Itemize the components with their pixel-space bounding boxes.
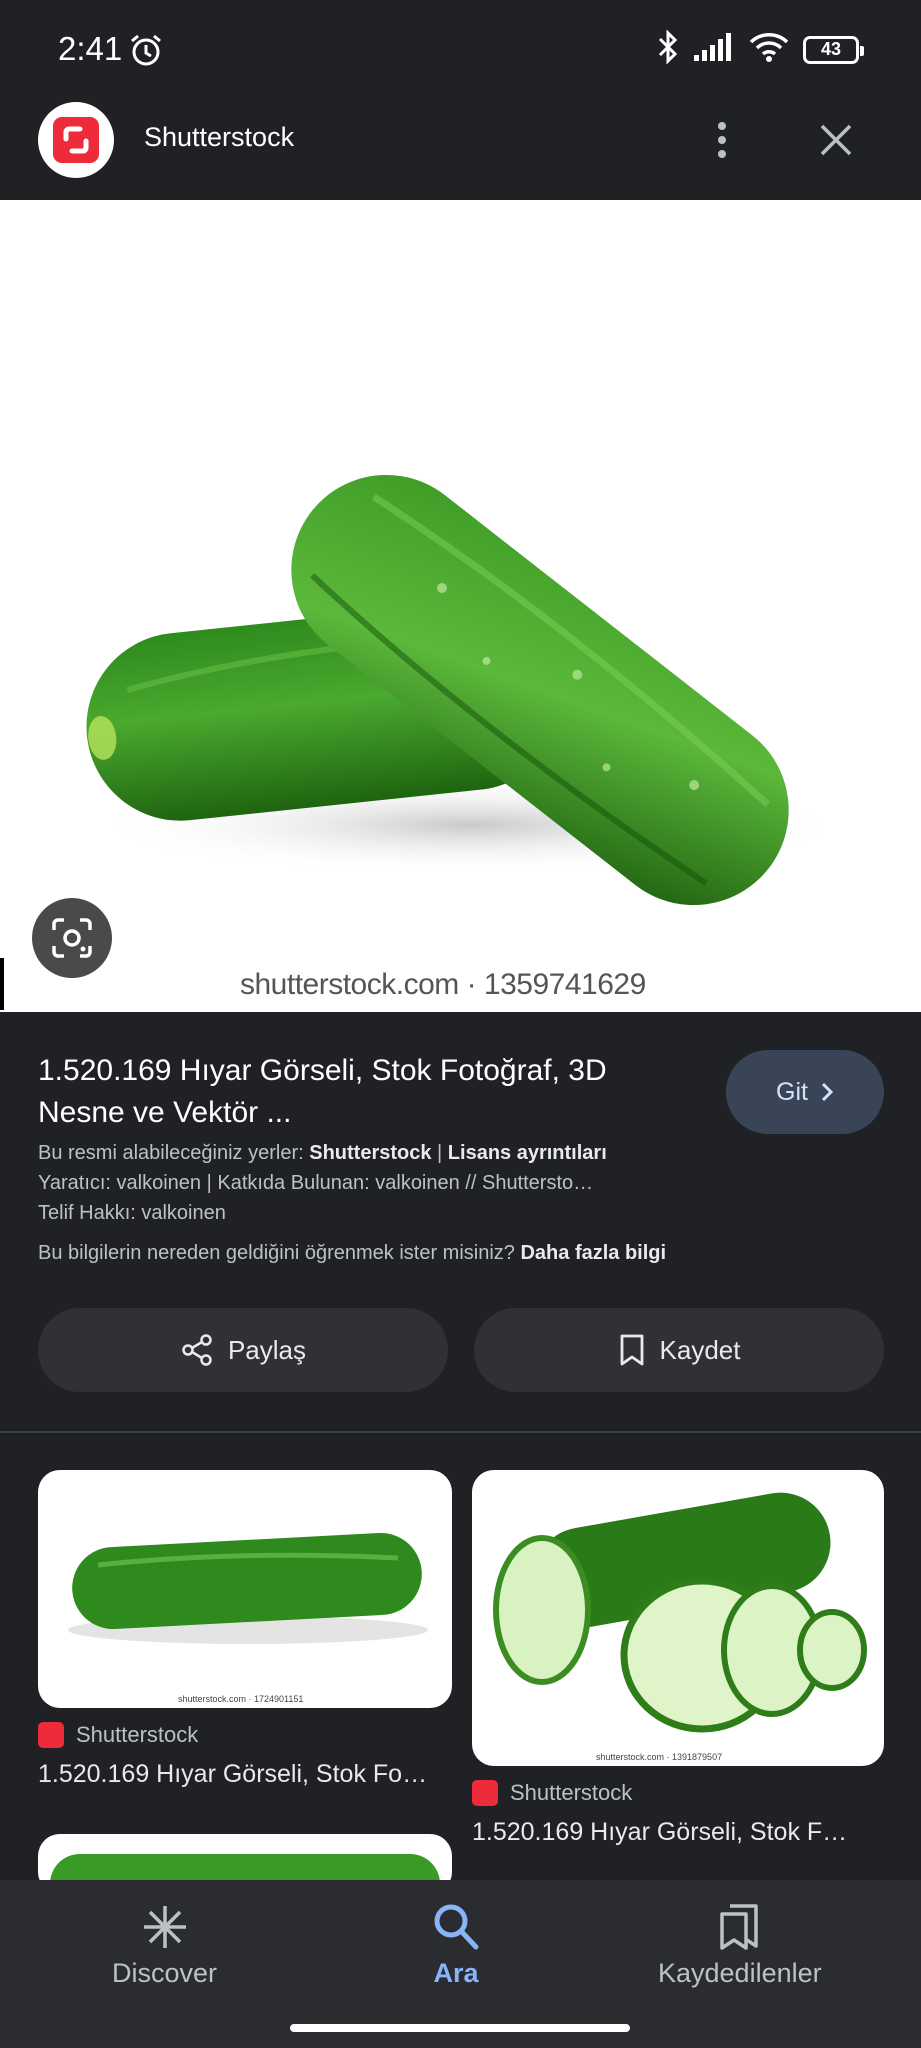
result-title[interactable]: 1.520.169 Hıyar Görseli, Stok Fotoğraf, …: [38, 1050, 698, 1134]
source-link[interactable]: Shutterstock: [309, 1142, 431, 1164]
image-edge: [0, 958, 4, 1010]
battery-icon: 43: [803, 35, 864, 64]
related-title-2[interactable]: 1.520.169 Hıyar Görseli, Stok F…: [472, 1818, 847, 1847]
header-title: Shutterstock: [144, 122, 295, 152]
bottom-navigation: Discover Ara Kaydedilenler: [0, 1880, 921, 2048]
copyright-line: Telif Hakkı: valkoinen: [38, 1202, 226, 1224]
home-indicator[interactable]: [290, 2024, 630, 2032]
related-watermark-2: shutterstock.com · 1391879507: [596, 1752, 723, 1762]
related-title-1[interactable]: 1.520.169 Hıyar Görseli, Stok Fo…: [38, 1760, 427, 1789]
discover-icon: [143, 1906, 186, 1948]
chevron-right-icon: [821, 1082, 834, 1102]
main-image[interactable]: shutterstock.com · 1359741629: [0, 200, 921, 1012]
google-lens-button[interactable]: [32, 898, 112, 978]
cucumber-thumbnail: [68, 1532, 428, 1644]
share-label: Paylaş: [227, 1334, 307, 1365]
nav-saved[interactable]: Kaydedilenler: [658, 1902, 822, 1989]
save-label: Kaydet: [659, 1334, 741, 1365]
section-divider: [0, 1431, 921, 1433]
go-button-label: Git: [776, 1077, 808, 1106]
related-source-2: Shutterstock: [472, 1780, 632, 1806]
shutterstock-logo: [38, 102, 114, 178]
save-button[interactable]: Kaydet: [474, 1308, 884, 1392]
share-icon: [182, 1334, 212, 1366]
sliced-cucumber-thumbnail: [493, 1492, 867, 1733]
bookmark-icon: [620, 1334, 643, 1366]
status-bar: 2:41 43: [0, 0, 921, 80]
search-icon: [434, 1904, 479, 1950]
related-image-2[interactable]: shutterstock.com · 1391879507: [472, 1470, 884, 1766]
cucumber-photo: [86, 474, 850, 906]
license-link[interactable]: Lisans ayrıntıları: [448, 1142, 607, 1164]
saved-collections-icon: [720, 1904, 758, 1950]
image-watermark: shutterstock.com · 1359741629: [240, 968, 646, 1001]
battery-level: 43: [820, 39, 842, 59]
wifi-icon: [749, 32, 789, 67]
lens-icon: [52, 918, 92, 958]
signal-icon: [693, 33, 735, 66]
more-options-icon[interactable]: [702, 114, 742, 166]
related-source-1: Shutterstock: [38, 1722, 198, 1748]
nav-search[interactable]: Ara: [432, 1902, 480, 1989]
shutterstock-favicon: [38, 1722, 64, 1748]
status-time: 2:41: [58, 30, 123, 67]
share-button[interactable]: Paylaş: [38, 1308, 448, 1392]
alarm-icon: [128, 32, 164, 73]
go-button[interactable]: Git: [726, 1050, 884, 1134]
learn-more-line: Bu bilgilerin nereden geldiğini öğrenmek…: [38, 1242, 667, 1264]
nav-discover[interactable]: Discover: [112, 1902, 217, 1989]
learn-more-link[interactable]: Daha fazla bilgi: [520, 1242, 666, 1264]
bluetooth-icon: [657, 29, 679, 69]
availability-line: Bu resmi alabileceğiniz yerler: Shutters…: [38, 1142, 607, 1164]
shutterstock-favicon: [472, 1780, 498, 1806]
related-image-1[interactable]: shutterstock.com · 1724901151: [38, 1470, 452, 1708]
creator-line: Yaratıcı: valkoinen | Katkıda Bulunan: v…: [38, 1172, 594, 1194]
app-header: Shutterstock: [0, 80, 921, 200]
related-watermark-1: shutterstock.com · 1724901151: [178, 1694, 304, 1704]
close-icon[interactable]: [808, 112, 864, 168]
